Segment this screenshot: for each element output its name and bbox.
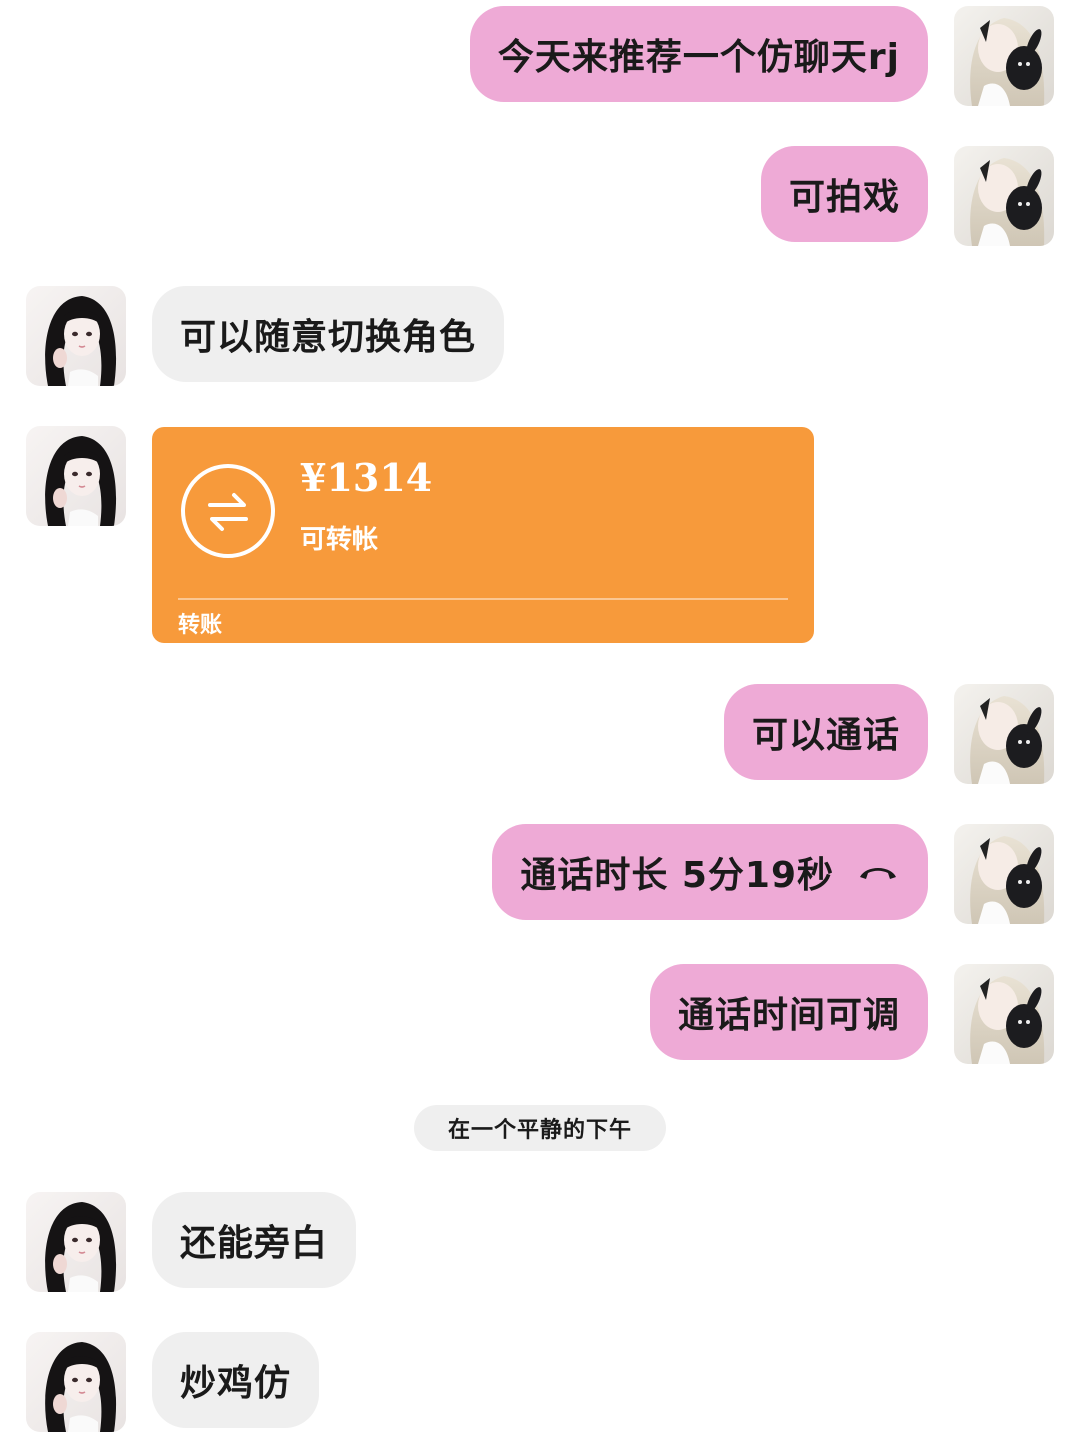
message-row: 还能旁白 [0,1192,1080,1292]
phone-hangup-icon [860,868,896,879]
transfer-label: 转账 [178,613,223,638]
user-avatar[interactable] [954,6,1054,106]
call-record-bubble[interactable]: 通话时长 5分19秒 [492,824,928,920]
contact-avatar[interactable] [26,426,126,526]
transfer-divider [178,598,788,600]
message-row: 可拍戏 [0,146,1080,246]
message-row: 可以通话 [0,684,1080,784]
transfer-icon [181,464,275,558]
transfer-amount: ¥1314 [300,455,433,500]
call-duration-text: 通话时长 5分19秒 [520,855,834,896]
message-bubble-incoming[interactable]: 还能旁白 [152,1192,357,1288]
message-row: ¥1314 可转帐 转账 [0,426,1080,644]
message-row: 今天来推荐一个仿聊天rj [0,6,1080,106]
user-avatar[interactable] [954,824,1054,924]
message-row: 通话时间可调 [0,964,1080,1064]
contact-avatar[interactable] [26,1192,126,1292]
message-bubble-outgoing[interactable]: 今天来推荐一个仿聊天rj [469,6,928,102]
message-bubble-outgoing[interactable]: 可拍戏 [760,146,928,242]
user-avatar[interactable] [954,146,1054,246]
message-bubble-outgoing[interactable]: 可以通话 [723,684,928,780]
message-bubble-incoming[interactable]: 可以随意切换角色 [152,286,505,382]
contact-avatar[interactable] [26,1332,126,1432]
contact-avatar[interactable] [26,286,126,386]
transfer-card[interactable]: ¥1314 可转帐 转账 [152,427,814,643]
message-row: 通话时长 5分19秒 [0,824,1080,924]
message-row: 可以随意切换角色 [0,286,1080,386]
message-bubble-incoming[interactable]: 炒鸡仿 [152,1332,320,1428]
user-avatar[interactable] [954,964,1054,1064]
message-row: 炒鸡仿 [0,1332,1080,1432]
transfer-note: 可转帐 [300,525,379,555]
narration-label: 在一个平静的下午 [414,1105,666,1151]
user-avatar[interactable] [954,684,1054,784]
message-bubble-outgoing[interactable]: 通话时间可调 [649,964,928,1060]
